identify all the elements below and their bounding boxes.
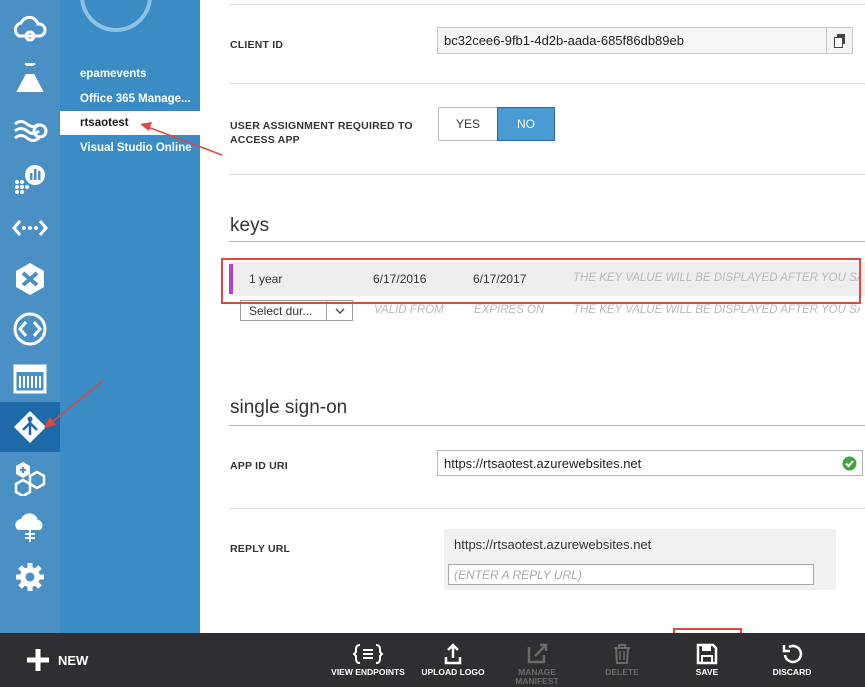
remote-app-icon[interactable] [0,304,60,354]
active-directory-icon[interactable] [0,402,60,452]
discard-button[interactable]: DISCARD [764,633,820,687]
service-rail [0,0,60,633]
user-assignment-label: USER ASSIGNMENT REQUIRED TO ACCESS APP [230,119,413,147]
user-assignment-label-line1: USER ASSIGNMENT REQUIRED TO [230,120,413,132]
hdinsight-icon[interactable] [0,154,60,204]
marketplace-icon[interactable] [0,452,60,502]
sso-section-title: single sign-on [230,397,348,418]
manage-manifest-button[interactable]: MANAGE MANIFEST [505,633,569,687]
client-id-field[interactable]: bc32cee6-9fb1-4d2b-aada-685f86db89eb [437,27,853,54]
new-button[interactable]: NEW [26,648,88,672]
cloud-services-icon[interactable] [0,4,60,54]
stream-analytics-icon[interactable] [0,104,60,154]
azure-portal: epamevents Office 365 Manage... rtsaotes… [0,0,865,687]
app-id-uri-label: APP ID URI [230,460,288,472]
delete-label: DELETE [605,667,639,677]
endpoints-icon [353,644,383,664]
save-label: SAVE [695,667,719,677]
divider [229,174,865,175]
plus-icon [27,649,49,671]
view-endpoints-button[interactable]: VIEW ENDPOINTS [327,633,409,687]
key-duration-select-value: Select dur... [249,303,313,318]
app-item-office365[interactable]: Office 365 Manage... [60,87,200,111]
machine-learning-icon[interactable] [0,53,60,103]
manifest-icon [527,643,548,664]
scheduler-icon[interactable] [0,354,60,404]
reply-url-value[interactable]: https://rtsaotest.azurewebsites.net [454,537,651,552]
divider [229,4,865,5]
app-item-rtsaotest[interactable]: rtsaotest [60,111,200,135]
discard-label: DISCARD [772,667,812,677]
upload-icon [444,643,462,665]
upload-logo-button[interactable]: UPLOAD LOGO [418,633,488,687]
section-underline [229,241,865,242]
manage-manifest-label: MANAGE MANIFEST [515,667,559,686]
user-assignment-label-line2: ACCESS APP [230,134,300,146]
cloud-upload-icon[interactable] [0,502,60,552]
app-id-uri-value: https://rtsaotest.azurewebsites.net [444,455,642,471]
divider [229,83,865,84]
trash-icon [614,644,630,664]
delete-button[interactable]: DELETE [596,633,648,687]
view-endpoints-label: VIEW ENDPOINTS [331,667,405,677]
save-icon [696,643,718,665]
client-id-value: bc32cee6-9fb1-4d2b-aada-685f86db89eb [444,33,684,48]
check-icon [842,456,857,474]
settings-icon[interactable] [0,552,60,602]
new-key-value: THE KEY VALUE WILL BE DISPLAYED AFTER YO… [573,304,860,316]
new-label: NEW [58,652,89,668]
reply-url-placeholder: (ENTER A REPLY URL) [454,568,582,582]
reply-url-label: REPLY URL [230,543,291,555]
app-item-epamevents[interactable]: epamevents [60,62,200,86]
app-id-uri-input[interactable]: https://rtsaotest.azurewebsites.net [437,450,863,476]
app-item-visual-studio-online[interactable]: Visual Studio Online [60,136,200,160]
annotation-highlight-keys [221,258,861,304]
reply-url-input[interactable]: (ENTER A REPLY URL) [448,564,814,585]
new-key-expires-on: EXPIRES ON [474,304,545,316]
visual-studio-icon[interactable] [0,254,60,304]
undo-icon [782,644,803,664]
client-id-label: CLIENT ID [230,39,284,51]
divider [229,508,865,509]
toggle-no[interactable]: NO [497,107,555,141]
upload-logo-label: UPLOAD LOGO [421,667,485,677]
new-key-valid-from: VALID FROM [374,304,444,316]
keys-section-title: keys [230,215,270,236]
api-management-icon[interactable] [0,203,60,253]
toggle-yes[interactable]: YES [438,107,498,141]
copy-icon[interactable] [826,28,852,54]
save-button[interactable]: SAVE [680,633,734,687]
section-underline [229,425,865,426]
